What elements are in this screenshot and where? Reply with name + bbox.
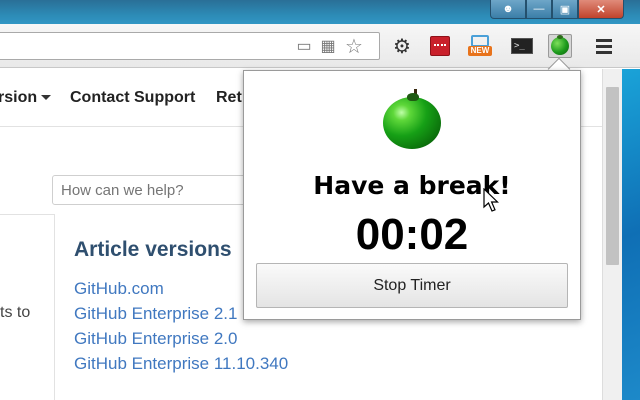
browser-menu-button[interactable]: [592, 34, 616, 58]
divider: [0, 214, 55, 215]
red-extension-button[interactable]: [428, 34, 452, 58]
minimize-icon: —: [533, 3, 545, 15]
nav-version-dropdown[interactable]: rsion: [0, 89, 52, 107]
window-titlebar: ☻ — ▣ ✕: [0, 0, 640, 24]
tomato-icon: [383, 97, 441, 149]
nav-version-label: rsion: [0, 89, 38, 106]
article-versions-heading: Article versions: [74, 238, 232, 261]
settings-extension-button[interactable]: ⚙: [390, 34, 414, 58]
tomato-timer-extension-button[interactable]: [548, 34, 572, 58]
translate-icon[interactable]: ▦: [319, 38, 337, 56]
minimize-button[interactable]: —: [526, 0, 552, 19]
devices-icon[interactable]: ▭: [295, 38, 313, 56]
column-divider: [54, 215, 55, 400]
version-link[interactable]: GitHub Enterprise 11.10.340: [74, 351, 288, 376]
page-scrollbar[interactable]: [602, 69, 622, 400]
new-badge: NEW: [468, 46, 492, 56]
browser-toolbar: ▭ ▦ ☆ ⚙ NEW >_: [0, 24, 640, 68]
user-icon: ☻: [502, 3, 514, 15]
break-message: Have a break!: [313, 171, 511, 200]
stop-timer-button[interactable]: Stop Timer: [256, 263, 568, 308]
terminal-extension-button[interactable]: >_: [510, 34, 534, 58]
chevron-down-icon: [41, 95, 52, 101]
star-icon[interactable]: ☆: [345, 37, 363, 57]
tomato-timer-popup: Have a break! 00:02 Stop Timer: [243, 70, 581, 320]
window-controls: ☻ — ▣ ✕: [490, 0, 624, 19]
address-bar[interactable]: ▭ ▦ ☆: [0, 32, 380, 60]
tomato-leaf: [407, 93, 419, 101]
maximize-button[interactable]: ▣: [552, 0, 578, 19]
left-column-text: ts to: [0, 304, 31, 321]
desktop-background: [622, 69, 640, 400]
nav-partial-item[interactable]: Ret: [216, 89, 242, 107]
menu-icon: [596, 36, 612, 57]
version-link[interactable]: GitHub Enterprise 2.0: [74, 326, 288, 351]
terminal-icon: >_: [511, 38, 533, 54]
user-profile-button[interactable]: ☻: [490, 0, 526, 19]
close-icon: ✕: [596, 3, 606, 16]
maximize-icon: ▣: [559, 3, 571, 16]
close-window-button[interactable]: ✕: [578, 0, 624, 19]
timer-display: 00:02: [355, 210, 469, 259]
tomato-timer-icon: [551, 35, 569, 55]
gear-icon: ⚙: [393, 35, 411, 58]
scrollbar-thumb[interactable]: [606, 87, 619, 265]
screenshot-extension-button[interactable]: NEW: [468, 34, 492, 58]
red-extension-icon: [430, 36, 450, 56]
mouse-cursor-icon: [483, 188, 499, 212]
nav-contact-support[interactable]: Contact Support: [70, 89, 195, 107]
screenshot-new-icon: NEW: [468, 35, 492, 57]
